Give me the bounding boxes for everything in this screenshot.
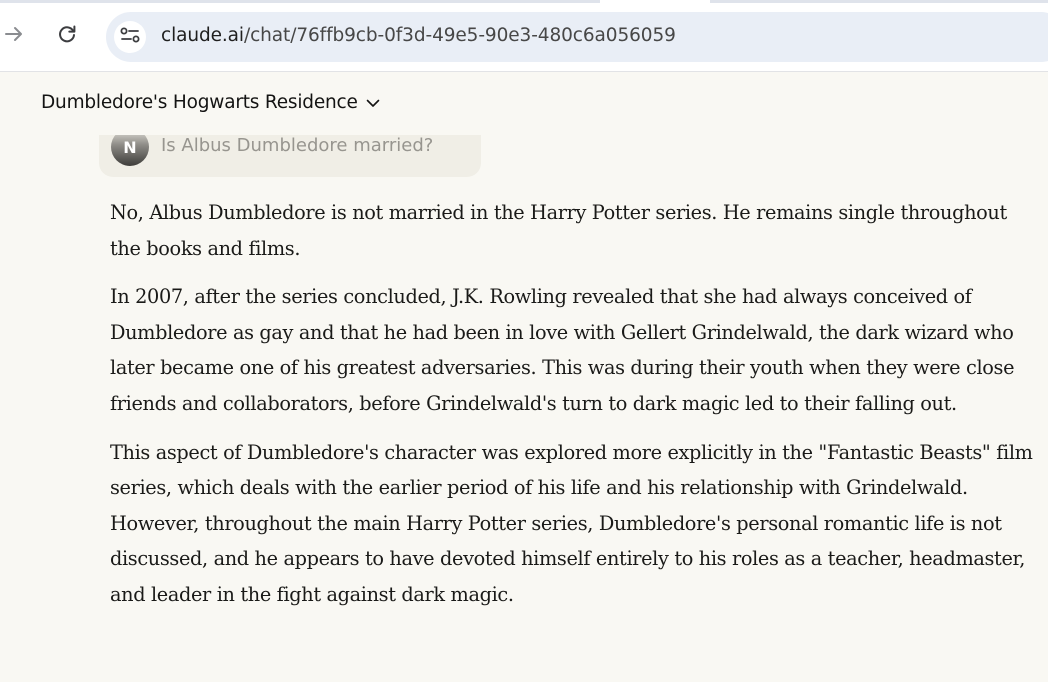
url-path: /chat/76ffb9cb-0f3d-49e5-90e3-480c6a0560… <box>243 25 676 46</box>
url-host: claude.ai <box>161 25 244 46</box>
response-paragraph-2: In 2007, after the series concluded, J.K… <box>110 285 1015 415</box>
arrow-right-icon <box>3 23 25 50</box>
user-message-text: Is Albus Dumbledore married? <box>161 135 434 156</box>
browser-toolbar: claude.ai/chat/76ffb9cb-0f3d-49e5-90e3-4… <box>0 0 1048 72</box>
back-button[interactable] <box>0 20 30 52</box>
chat-title-button[interactable]: Dumbledore's Hogwarts Residence <box>41 92 380 113</box>
site-info-button[interactable] <box>114 21 146 53</box>
url-text[interactable]: claude.ai/chat/76ffb9cb-0f3d-49e5-90e3-4… <box>161 25 676 46</box>
active-tab-edge[interactable] <box>600 0 710 3</box>
response-paragraph-3: This aspect of Dumbledore's character wa… <box>110 440 1033 606</box>
response-paragraph-1: No, Albus Dumbledore is not married in t… <box>110 201 1007 260</box>
assistant-response: No, Albus Dumbledore is not married in t… <box>110 195 1040 626</box>
tab-strip-edge <box>0 0 1048 3</box>
chat-page: Dumbledore's Hogwarts Residence N Is Alb… <box>0 73 1048 682</box>
reload-button[interactable] <box>51 20 83 52</box>
address-bar[interactable]: claude.ai/chat/76ffb9cb-0f3d-49e5-90e3-4… <box>106 12 1048 62</box>
chat-title: Dumbledore's Hogwarts Residence <box>41 92 358 113</box>
chat-header: Dumbledore's Hogwarts Residence <box>0 73 1048 135</box>
reload-icon <box>56 23 78 50</box>
chevron-down-icon <box>366 98 380 108</box>
tune-icon <box>119 25 141 50</box>
